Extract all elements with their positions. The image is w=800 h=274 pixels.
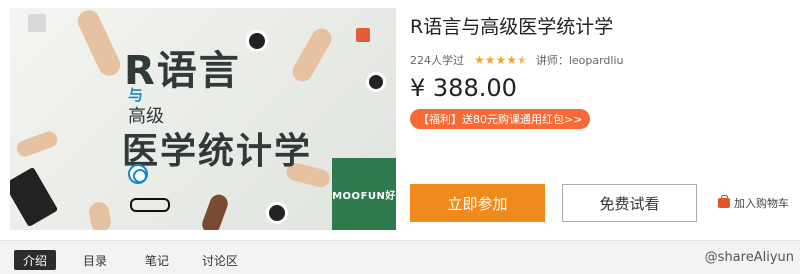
eyeglasses (130, 198, 170, 212)
tab-catalog[interactable]: 目录 (74, 250, 116, 270)
teacher-name-link[interactable]: leopardliu (569, 54, 624, 67)
promo-text: 【福利】送80元购课通用红包>> (418, 113, 583, 126)
add-to-cart-label: 加入购物车 (734, 197, 789, 210)
course-meta: 224人学过 ★ ★ ★ ★ ★ 讲师： leopardliu (410, 52, 624, 68)
cart-bag-icon (718, 195, 730, 208)
free-trial-button[interactable]: 免费试看 (562, 184, 697, 222)
star-icon: ★ (495, 53, 507, 67)
star-icon: ★ (474, 53, 485, 67)
star-icon: ★ (484, 53, 496, 67)
tab-intro[interactable]: 介绍 (14, 250, 56, 270)
publisher-logo-text: MOOFUN好 (332, 190, 396, 202)
course-cover-image[interactable]: R语言 与 高级 医学统计学 MOOFUN好 (10, 8, 396, 230)
star-icon: ★ (506, 53, 518, 67)
teacher-label: 讲师： (535, 54, 569, 67)
course-tab-bar: 介绍 目录 笔记 讨论区 (0, 240, 800, 274)
watermark-text: @shareAliyun (704, 250, 794, 265)
course-page: R语言 与 高级 医学统计学 MOOFUN好 R语言与高级医学统计学 224人学… (0, 0, 800, 274)
course-price: ¥ 388.00 (410, 74, 517, 102)
tab-discussion[interactable]: 讨论区 (196, 250, 244, 270)
tab-notes[interactable]: 笔记 (136, 250, 178, 270)
publisher-logo: MOOFUN好 (332, 158, 396, 230)
coffee-cup (366, 72, 386, 92)
course-title: R语言与高级医学统计学 (410, 16, 614, 38)
cover-cube (356, 28, 370, 42)
add-to-cart-button[interactable]: 加入购物车 (718, 195, 789, 211)
join-course-button[interactable]: 立即参加 (410, 184, 545, 222)
coffee-cup (266, 202, 288, 224)
cover-cube (28, 14, 46, 32)
half-star-icon: ★ (517, 53, 528, 67)
cover-circle-icon (128, 164, 148, 184)
rating-stars: ★ ★ ★ ★ ★ (474, 54, 528, 66)
cover-title-line4: 医学统计学 (122, 131, 313, 172)
promo-coupon-badge[interactable]: 【福利】送80元购课通用红包>> (410, 109, 591, 129)
coffee-cup (246, 30, 268, 52)
learner-count: 224人学过 (410, 54, 464, 67)
